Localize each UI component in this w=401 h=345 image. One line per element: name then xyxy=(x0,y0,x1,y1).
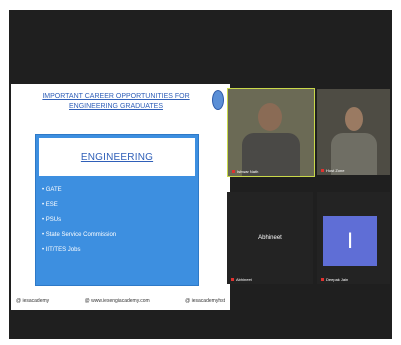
card-header: ENGINEERING xyxy=(39,138,195,176)
list-item: • ESE xyxy=(42,202,58,208)
avatar: I xyxy=(323,216,377,266)
participant-video xyxy=(345,107,363,131)
participant-name: Abhineet xyxy=(229,277,254,282)
slide-footer: @ iesacademy @ www.iesengiacademy.com @ … xyxy=(11,296,230,306)
opportunity-list: • GATE • ESE • PSUs • State Service Comm… xyxy=(42,183,116,258)
footer-center: @ www.iesengiacademy.com xyxy=(84,298,150,304)
participant-video xyxy=(258,103,282,131)
list-item: • State Service Commission xyxy=(42,232,117,238)
participant-name: Host Zone xyxy=(319,168,346,173)
participant-name: Ishwar Nath xyxy=(230,169,260,174)
institute-logo-icon xyxy=(212,90,224,110)
list-item: • IIT/TES Jobs xyxy=(42,247,81,253)
participant-display-name: Abhineet xyxy=(258,235,282,241)
participant-tile[interactable]: I Deepak Jain xyxy=(317,192,390,284)
shared-slide: IMPORTANT CAREER OPPORTUNITIES FOR ENGIN… xyxy=(11,84,230,310)
participant-tile[interactable]: Abhineet Abhineet xyxy=(227,192,313,284)
participant-name: Deepak Jain xyxy=(319,277,350,282)
participant-tile-speaker[interactable]: Ishwar Nath xyxy=(227,88,315,177)
footer-left: @ iesacademy xyxy=(16,298,50,304)
list-item: • GATE xyxy=(42,187,62,193)
engineering-card: ENGINEERING • GATE • ESE • PSUs • State … xyxy=(35,134,199,286)
list-item: • PSUs xyxy=(42,217,62,223)
card-title: ENGINEERING xyxy=(80,151,154,163)
slide-title: IMPORTANT CAREER OPPORTUNITIES FOR ENGIN… xyxy=(42,93,190,110)
participant-tile[interactable]: Host Zone xyxy=(317,89,390,175)
footer-right: @ iesacademyhst xyxy=(185,298,225,304)
